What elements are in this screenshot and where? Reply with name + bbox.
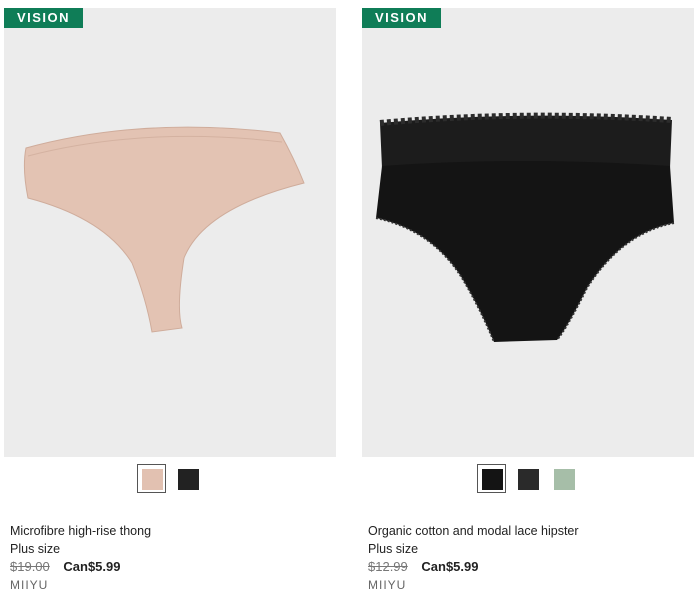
swatch-sage[interactable]: [549, 464, 578, 493]
original-price: $12.99: [368, 559, 408, 574]
price-row: $19.00 Can$5.99: [10, 559, 330, 575]
product-brand: MIIYU: [10, 578, 49, 592]
swatch-blush[interactable]: [137, 464, 166, 493]
product-size: Plus size: [10, 542, 61, 556]
hipster-image: [375, 112, 675, 343]
product-brand: MIIYU: [368, 578, 407, 592]
sale-price: Can$5.99: [421, 559, 479, 574]
product-image[interactable]: VISION: [362, 8, 694, 457]
product-card[interactable]: VISION Organic cotton and modal lace hip…: [362, 0, 694, 592]
product-title[interactable]: Microfibre high-rise thong: [10, 523, 330, 539]
swatch-black[interactable]: [477, 464, 506, 493]
thong-image: [23, 126, 305, 333]
original-price: $19.00: [10, 559, 50, 574]
product-title[interactable]: Organic cotton and modal lace hipster: [368, 523, 688, 539]
price-row: $12.99 Can$5.99: [368, 559, 688, 575]
swatch-black[interactable]: [173, 464, 202, 493]
product-size: Plus size: [368, 542, 419, 556]
swatch-floral[interactable]: [513, 464, 542, 493]
sale-price: Can$5.99: [63, 559, 121, 574]
product-image[interactable]: VISION: [4, 8, 336, 457]
product-card[interactable]: VISION Microfibre high-rise thong Plus s…: [4, 0, 336, 592]
